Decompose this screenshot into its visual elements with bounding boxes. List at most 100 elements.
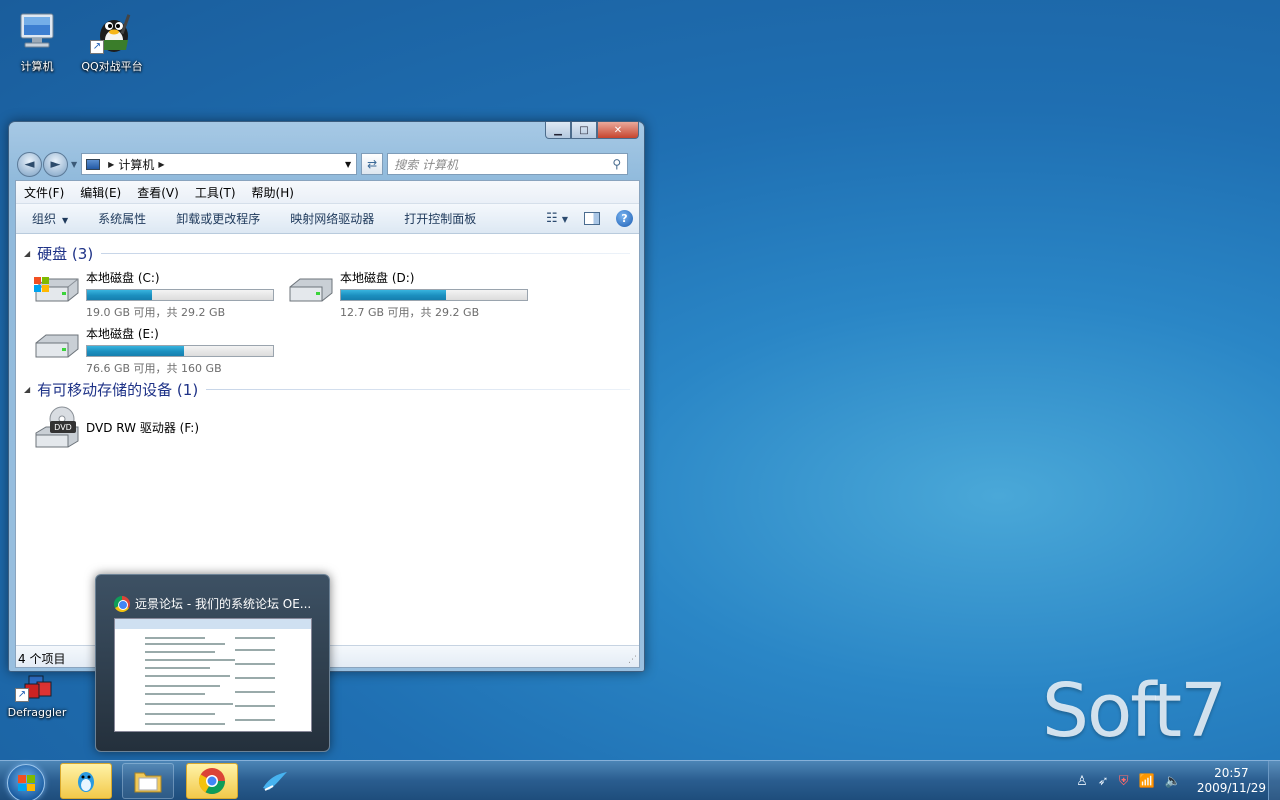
recent-pages-chevron-icon[interactable]: ▼: [71, 160, 77, 169]
resize-grip-icon[interactable]: ⋰: [628, 655, 637, 665]
thumbnail-toolbar: [115, 619, 311, 629]
taskbar-chrome-button[interactable]: [186, 763, 238, 799]
forward-arrow-icon: ►: [50, 156, 61, 172]
thumbnail-line: [145, 713, 215, 715]
qq-tray-icon[interactable]: ♙: [1076, 774, 1088, 789]
thumbnail-line: [145, 703, 233, 705]
view-controls: ☷ ▼ ?: [530, 210, 639, 227]
uninstall-program-button[interactable]: 卸载或更改程序: [176, 210, 260, 227]
breadcrumb-computer[interactable]: 计算机: [118, 156, 154, 173]
desktop-icon-label: QQ对战平台: [81, 60, 143, 73]
drive-usage-bar: [86, 289, 274, 301]
bird-app-icon: [263, 772, 287, 791]
drive-space: 19.0 GB 可用，共 29.2 GB: [86, 306, 226, 319]
drive-name: DVD RW 驱动器 (F:): [86, 421, 200, 435]
breadcrumb-arrow-icon[interactable]: ▶: [158, 160, 164, 169]
qq-penguin-icon: ↗: [90, 10, 134, 54]
search-icon[interactable]: ⚲: [612, 157, 621, 171]
taskbar-explorer-button[interactable]: [122, 763, 174, 799]
desktop-icon-label: 计算机: [20, 60, 54, 73]
desktop-icon-label: Defraggler: [7, 706, 67, 719]
refresh-icon: ⇄: [367, 157, 378, 171]
thumbnail-line: [235, 637, 275, 639]
refresh-button[interactable]: ⇄: [361, 153, 384, 175]
hard-drive-icon: [286, 269, 334, 303]
drive-info: 本地磁盘 (C:) 19.0 GB 可用，共 29.2 GB: [86, 269, 274, 320]
drive-c[interactable]: 本地磁盘 (C:) 19.0 GB 可用，共 29.2 GB: [32, 269, 274, 320]
start-button[interactable]: [7, 764, 45, 800]
show-desktop-button[interactable]: [1268, 761, 1280, 800]
menu-tools[interactable]: 工具(T): [195, 184, 236, 201]
thumbnail-line: [145, 651, 215, 653]
help-icon[interactable]: ?: [616, 210, 633, 227]
desktop-icon-qq-battle[interactable]: ↗ QQ对战平台: [76, 10, 148, 74]
drive-usage-fill: [87, 346, 184, 356]
thumbnail-line: [235, 691, 275, 693]
menu-help[interactable]: 帮助(H): [252, 184, 294, 201]
clock-date: 2009/11/29: [1196, 781, 1266, 795]
group-title: 有可移动存储的设备 (1): [37, 381, 199, 399]
group-header-hard-drives[interactable]: ◢ 硬盘 (3): [24, 243, 630, 264]
drive-d[interactable]: 本地磁盘 (D:) 12.7 GB 可用，共 29.2 GB: [286, 269, 528, 320]
drive-usage-bar: [86, 345, 274, 357]
thumbnail-line: [235, 677, 275, 679]
thumbnail-line: [145, 693, 205, 695]
thumbnail-line: [235, 663, 275, 665]
clock[interactable]: 20:57 2009/11/29: [1197, 766, 1266, 796]
menu-view[interactable]: 查看(V): [137, 184, 179, 201]
drive-dvd[interactable]: DVD DVD RW 驱动器 (F:): [32, 405, 199, 451]
soft7-watermark: Soft7: [1042, 668, 1227, 754]
drive-space: 76.6 GB 可用，共 160 GB: [86, 362, 222, 375]
change-view-icon[interactable]: ☷ ▼: [546, 211, 568, 226]
drive-usage-bar: [340, 289, 528, 301]
drive-usage-fill: [87, 290, 153, 300]
shield-tray-icon[interactable]: ⛨: [1119, 774, 1129, 789]
close-button[interactable]: ✕: [597, 122, 639, 139]
menu-edit[interactable]: 编辑(E): [80, 184, 121, 201]
thumbnail-line: [235, 649, 275, 651]
caption-buttons: ▁ □ ✕: [545, 122, 639, 139]
defraggler-icon: ↗: [15, 672, 59, 702]
back-button[interactable]: ◄: [17, 151, 42, 177]
taskbar-thumbnail-preview[interactable]: 远景论坛 - 我们的系统论坛 OE...: [95, 574, 330, 752]
chrome-icon: [198, 768, 226, 795]
organize-label: 组织: [32, 212, 57, 226]
open-control-panel-button[interactable]: 打开控制面板: [404, 210, 476, 227]
drive-e[interactable]: 本地磁盘 (E:) 76.6 GB 可用，共 160 GB: [32, 325, 274, 376]
drive-name: 本地磁盘 (E:): [86, 327, 159, 341]
address-dropdown-icon[interactable]: ▼: [340, 160, 356, 169]
forward-button[interactable]: ►: [43, 151, 68, 177]
folder-icon: [134, 772, 162, 793]
collapse-triangle-icon[interactable]: ◢: [24, 385, 30, 394]
menu-file[interactable]: 文件(F): [24, 184, 64, 201]
search-placeholder: 搜索 计算机: [394, 157, 458, 172]
organize-button[interactable]: 组织 ▼: [32, 210, 68, 227]
computer-icon: [15, 10, 59, 54]
shortcut-arrow-icon: ↗: [15, 688, 29, 702]
maximize-button[interactable]: □: [571, 122, 597, 139]
taskbar-bird-button[interactable]: [248, 763, 300, 799]
volume-icon[interactable]: 🔈: [1165, 774, 1181, 789]
thumbnail-screenshot[interactable]: [114, 618, 312, 732]
thumbnail-line: [145, 643, 225, 645]
collapse-triangle-icon[interactable]: ◢: [24, 249, 30, 258]
group-header-removable[interactable]: ◢ 有可移动存储的设备 (1): [24, 379, 630, 400]
desktop-icon-computer[interactable]: 计算机: [1, 10, 73, 74]
group-divider: [206, 389, 630, 390]
search-box[interactable]: 搜索 计算机 ⚲: [387, 153, 629, 175]
minimize-button[interactable]: ▁: [545, 122, 571, 139]
network-signal-icon[interactable]: 📶: [1138, 774, 1154, 789]
desktop-icon-defraggler[interactable]: ↗ Defraggler: [1, 672, 73, 719]
map-network-drive-button[interactable]: 映射网络驱动器: [290, 210, 374, 227]
thumbnail-line: [145, 685, 220, 687]
taskbar-qq-button[interactable]: [60, 763, 112, 799]
preview-pane-icon[interactable]: [584, 212, 600, 225]
address-bar[interactable]: ▶ 计算机 ▶ ▼: [81, 153, 358, 175]
drive-name: 本地磁盘 (C:): [86, 271, 160, 285]
back-arrow-icon: ◄: [24, 156, 35, 172]
system-properties-button[interactable]: 系统属性: [98, 210, 146, 227]
breadcrumb-arrow-icon[interactable]: ▶: [108, 160, 114, 169]
feather-tray-icon[interactable]: ➶: [1098, 774, 1109, 789]
thumbnail-line: [145, 667, 210, 669]
taskbar: ♙ ➶ ⛨ 📶 🔈 20:57 2009/11/29: [0, 760, 1280, 800]
